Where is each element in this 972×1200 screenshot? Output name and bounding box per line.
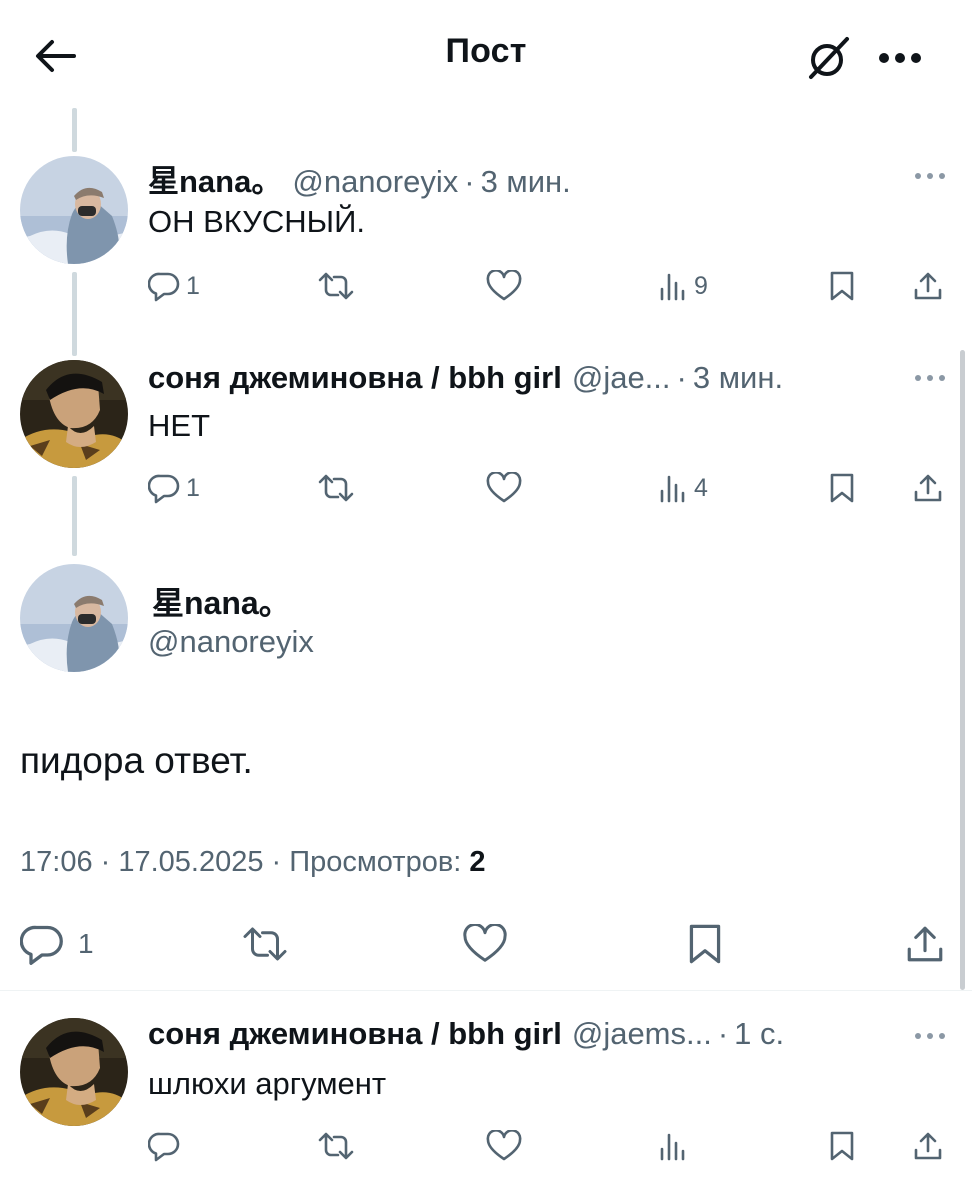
- reply-button[interactable]: 1: [148, 466, 200, 510]
- views-icon: [660, 475, 685, 503]
- timestamp[interactable]: 3 мин.: [481, 164, 571, 200]
- tweet-actions: 1 9: [0, 264, 972, 308]
- tweet-header: соня джеминовна / bbh girl @jae... · 3 м…: [148, 360, 783, 400]
- tweet-more-button[interactable]: [908, 166, 952, 186]
- share-icon: [907, 926, 943, 962]
- reply-button[interactable]: [148, 1124, 180, 1168]
- tweet-text: ОН ВКУСНЫЙ.: [148, 204, 365, 239]
- views-count: 9: [694, 271, 708, 300]
- bookmark-icon: [830, 1131, 854, 1161]
- more-options-button[interactable]: [872, 30, 928, 86]
- more-horizontal-icon: [915, 173, 945, 179]
- separator-dot: ·: [676, 360, 687, 395]
- reply-icon: [148, 272, 180, 302]
- tweet-text: НЕТ: [148, 408, 210, 443]
- bookmark-button[interactable]: [828, 466, 856, 510]
- retweet-button[interactable]: [240, 916, 290, 972]
- bookmark-button[interactable]: [686, 916, 724, 972]
- scrollbar[interactable]: [960, 350, 965, 990]
- like-button[interactable]: [486, 1124, 522, 1168]
- reply-icon: [148, 474, 180, 504]
- share-button[interactable]: [912, 264, 944, 308]
- tweet-actions: 1: [0, 916, 972, 972]
- user-handle[interactable]: @jae...: [572, 360, 671, 396]
- bookmark-icon: [830, 473, 854, 503]
- share-button[interactable]: [912, 466, 944, 510]
- views-icon: [660, 1133, 685, 1161]
- avatar[interactable]: [20, 1018, 128, 1126]
- tweet-actions: [0, 1124, 972, 1168]
- heart-icon: [486, 1130, 522, 1161]
- views-button[interactable]: [658, 1124, 688, 1168]
- thread-line: [72, 108, 77, 152]
- more-horizontal-icon: [915, 375, 945, 381]
- retweet-icon: [318, 474, 354, 502]
- share-icon: [914, 272, 942, 300]
- retweet-button[interactable]: [316, 264, 356, 308]
- bookmark-button[interactable]: [828, 264, 856, 308]
- reply-icon: [20, 925, 63, 965]
- like-button[interactable]: [462, 916, 508, 972]
- share-icon: [914, 1132, 942, 1160]
- like-button[interactable]: [486, 264, 522, 308]
- tweet-actions: 1 4: [0, 466, 972, 510]
- timestamp[interactable]: 17:06 · 17.05.2025 · Просмотров:: [20, 846, 461, 878]
- reply-count: 1: [186, 271, 200, 300]
- tweet-more-button[interactable]: [908, 368, 952, 388]
- tweet-header: 星nana。 @nanoreyix · 3 мин.: [148, 156, 571, 199]
- share-icon: [914, 474, 942, 502]
- bookmark-icon: [689, 924, 721, 964]
- user-handle[interactable]: @nanoreyix: [148, 624, 314, 660]
- reply-count: 1: [186, 473, 200, 502]
- top-bar: Пост: [0, 0, 972, 108]
- retweet-button[interactable]: [316, 466, 356, 510]
- tweet-text: шлюхи аргумент: [148, 1066, 387, 1101]
- separator-dot: ·: [464, 164, 475, 199]
- reply-button[interactable]: 1: [148, 264, 200, 308]
- avatar[interactable]: [20, 564, 128, 672]
- display-name[interactable]: 星nana。: [148, 156, 282, 201]
- views-count: 4: [694, 473, 708, 502]
- heart-icon: [486, 472, 522, 503]
- display-name[interactable]: соня джеминовна / bbh girl: [148, 1016, 562, 1052]
- views-button[interactable]: 4: [658, 466, 708, 510]
- retweet-icon: [318, 272, 354, 300]
- views-icon: [660, 273, 685, 301]
- reply-icon: [148, 1132, 180, 1162]
- user-handle[interactable]: @jaems...: [572, 1016, 712, 1052]
- reply-button[interactable]: 1: [20, 916, 94, 972]
- divider: [0, 990, 972, 991]
- avatar[interactable]: [20, 156, 128, 264]
- more-horizontal-icon: [915, 1033, 945, 1039]
- avatar[interactable]: [20, 360, 128, 468]
- bookmark-icon: [830, 271, 854, 301]
- retweet-icon: [318, 1132, 354, 1160]
- retweet-button[interactable]: [316, 1124, 356, 1168]
- heart-icon: [486, 270, 522, 301]
- timestamp[interactable]: 3 мин.: [693, 360, 783, 396]
- like-button[interactable]: [486, 466, 522, 510]
- reply-count: 1: [78, 928, 94, 959]
- user-handle[interactable]: @nanoreyix: [292, 164, 458, 200]
- share-button[interactable]: [912, 1124, 944, 1168]
- more-horizontal-icon: [879, 53, 921, 63]
- bookmark-button[interactable]: [828, 1124, 856, 1168]
- display-name[interactable]: соня джеминовна / bbh girl: [148, 360, 562, 396]
- separator-dot: ·: [717, 1016, 729, 1051]
- retweet-icon: [243, 927, 287, 961]
- tweet-text: пидора ответ.: [20, 740, 253, 781]
- share-button[interactable]: [904, 916, 946, 972]
- tweet-header: соня джеминовна / bbh girl @jaems... · 1…: [148, 1016, 784, 1056]
- grok-button[interactable]: [800, 30, 856, 86]
- views-count: 2: [469, 846, 486, 878]
- timestamp[interactable]: 1 с.: [734, 1016, 784, 1052]
- tweet-more-button[interactable]: [908, 1026, 952, 1046]
- display-name[interactable]: 星nana。: [152, 578, 291, 624]
- tweet-meta: 17:06 · 17.05.2025 · Просмотров: 2: [20, 846, 486, 879]
- heart-icon: [463, 924, 507, 962]
- grok-icon: [809, 37, 849, 79]
- views-button[interactable]: 9: [658, 264, 708, 308]
